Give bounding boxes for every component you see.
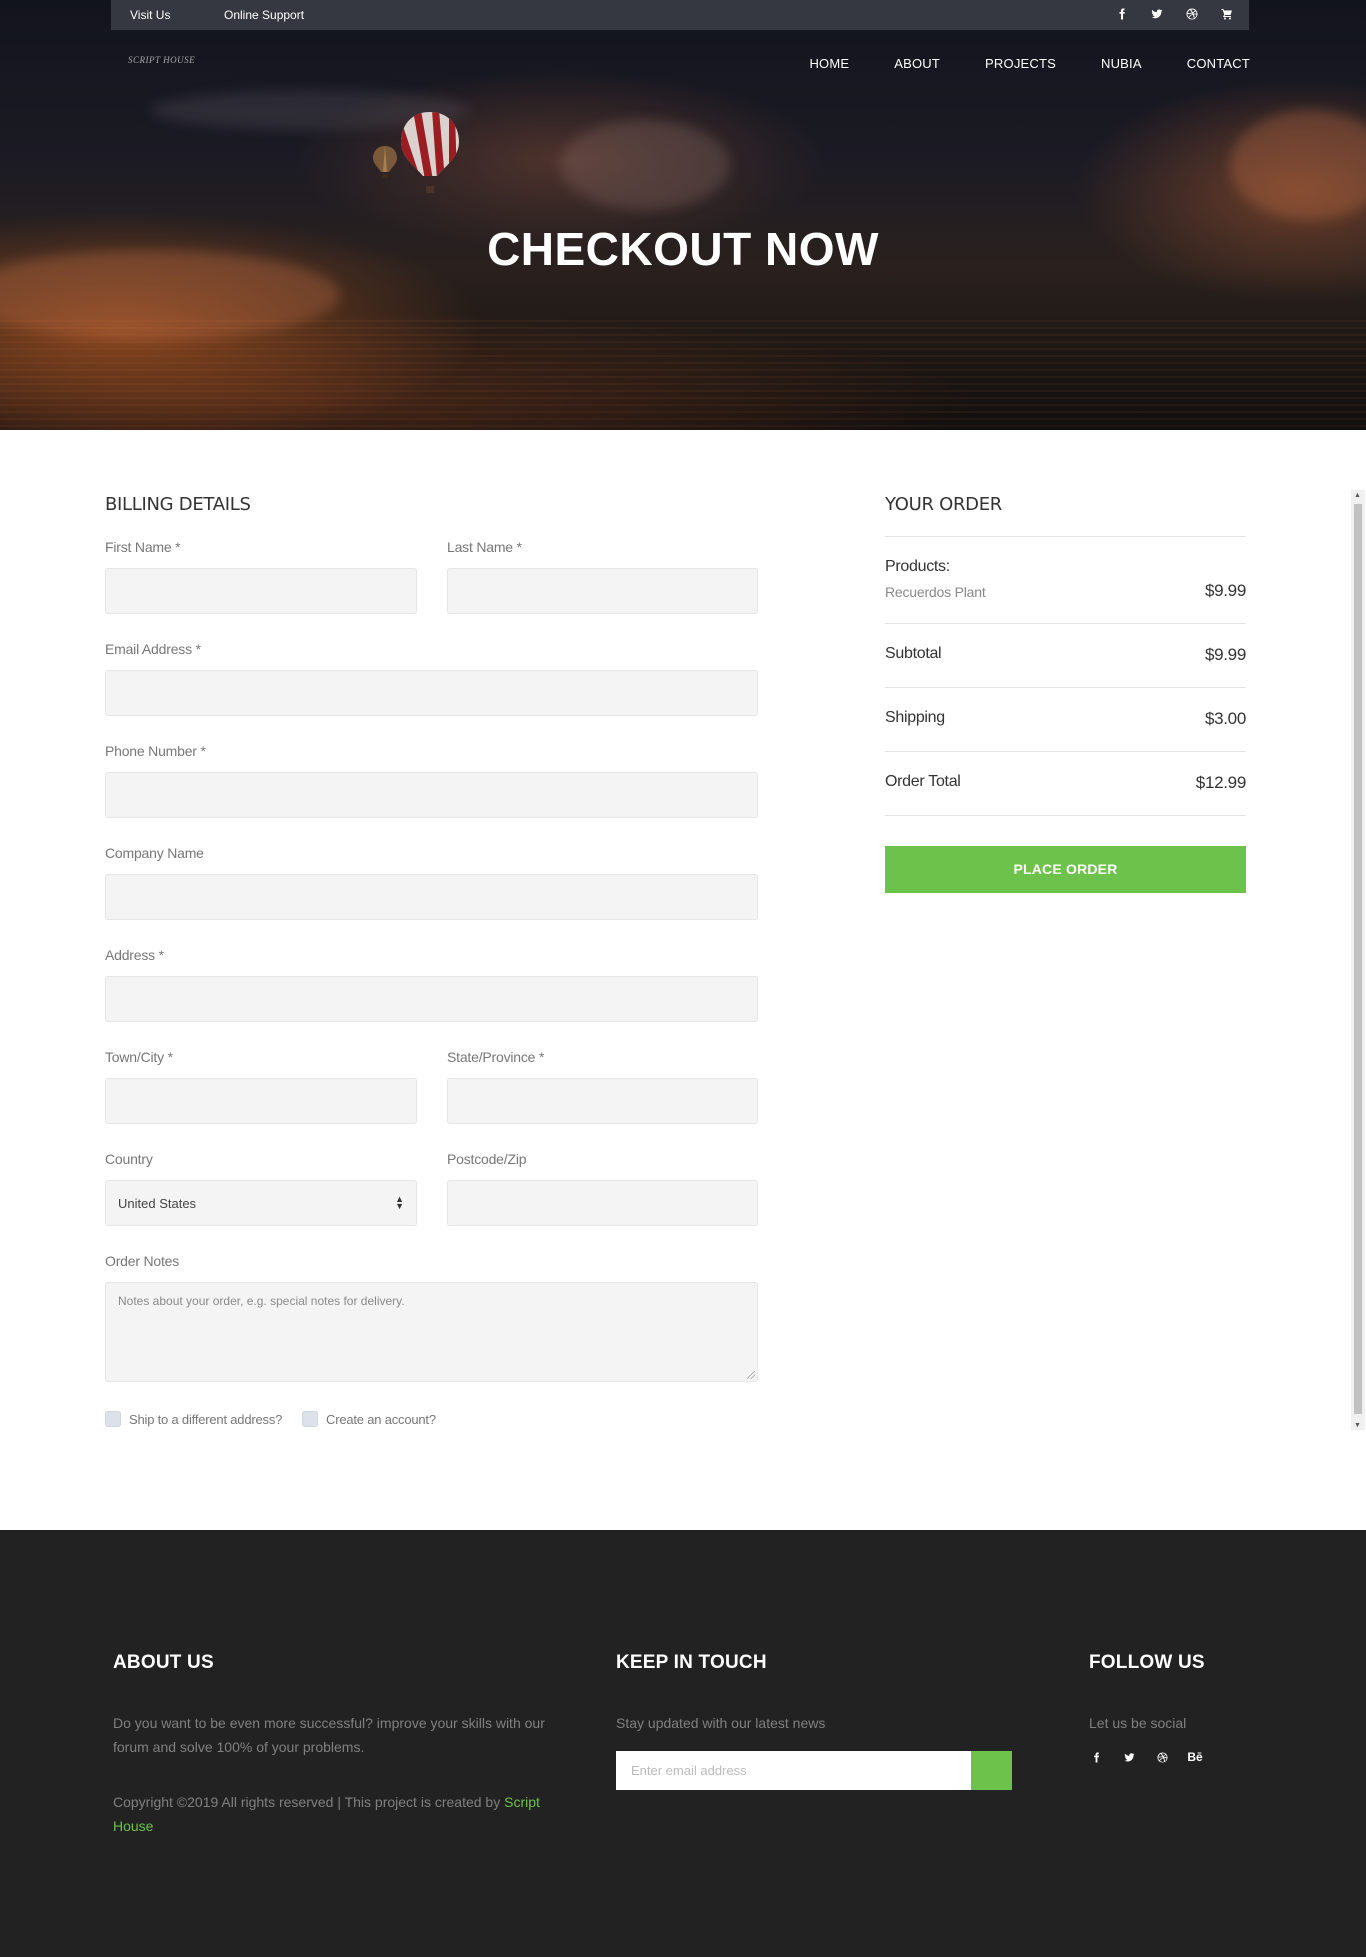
- order-divider: [885, 536, 1246, 537]
- order-total-row: Order Total $12.99: [885, 773, 1246, 793]
- subtotal-row: Subtotal $9.99: [885, 645, 1246, 665]
- top-bar: Visit Us Online Support: [111, 0, 1249, 30]
- state-field[interactable]: [447, 1078, 758, 1124]
- visit-us-link[interactable]: Visit Us: [130, 8, 170, 22]
- order-total-value: $12.99: [1195, 773, 1247, 792]
- order-divider: [885, 623, 1246, 624]
- newsletter-submit-button[interactable]: [971, 1751, 1012, 1790]
- behance-icon[interactable]: Bē: [1187, 1750, 1202, 1764]
- scrollbar[interactable]: ▲ ▼: [1351, 490, 1365, 1430]
- twitter-icon[interactable]: [1149, 6, 1165, 22]
- company-field[interactable]: [105, 874, 758, 920]
- country-label: Country: [105, 1151, 153, 1167]
- about-us-heading: ABOUT US: [113, 1652, 214, 1673]
- postcode-field[interactable]: [447, 1180, 758, 1226]
- copyright-prefix: Copyright ©2019 All rights reserved | Th…: [113, 1794, 505, 1810]
- footer-social-icons: Bē: [1089, 1750, 1203, 1764]
- keep-in-touch-heading: KEEP IN TOUCH: [616, 1652, 767, 1673]
- facebook-icon[interactable]: [1114, 6, 1130, 22]
- hero-cloud: [1230, 110, 1366, 220]
- nav-item-projects[interactable]: PROJECTS: [985, 56, 1056, 71]
- hero-cloud: [560, 120, 730, 210]
- nav-item-contact[interactable]: CONTACT: [1187, 56, 1250, 71]
- first-name-label: First Name *: [105, 539, 181, 555]
- online-support-link[interactable]: Online Support: [224, 8, 304, 22]
- address-label: Address *: [105, 947, 164, 963]
- subtotal-label: Subtotal: [885, 645, 942, 662]
- ship-different-label: Ship to a different address?: [129, 1411, 283, 1427]
- hero-banner: Visit Us Online Support SCRIPT HOUSE HOM…: [0, 0, 1366, 430]
- order-notes-label: Order Notes: [105, 1253, 180, 1269]
- cart-icon[interactable]: [1219, 6, 1235, 22]
- email-field[interactable]: [105, 670, 758, 716]
- shipping-label: Shipping: [885, 709, 945, 726]
- phone-label: Phone Number *: [105, 743, 206, 759]
- resize-handle-icon[interactable]: [747, 1371, 755, 1379]
- order-total-label: Order Total: [885, 773, 961, 790]
- state-label: State/Province *: [447, 1049, 545, 1065]
- shipping-row: Shipping $3.00: [885, 709, 1246, 729]
- select-arrows-icon: ▲ ▼: [395, 1194, 404, 1211]
- company-label: Company Name: [105, 845, 204, 861]
- last-name-field[interactable]: [447, 568, 758, 614]
- order-notes-field[interactable]: [105, 1282, 758, 1382]
- hot-air-balloon-small-image: [373, 146, 397, 178]
- order-divider: [885, 687, 1246, 688]
- keep-in-touch-text: Stay updated with our latest news: [616, 1715, 826, 1731]
- place-order-button[interactable]: PLACE ORDER: [885, 846, 1246, 893]
- order-divider: [885, 815, 1246, 816]
- town-label: Town/City *: [105, 1049, 173, 1065]
- ship-different-option[interactable]: Ship to a different address?: [105, 1411, 282, 1427]
- first-name-field[interactable]: [105, 568, 417, 614]
- nav-item-about[interactable]: ABOUT: [894, 56, 940, 71]
- create-account-label: Create an account?: [326, 1411, 436, 1427]
- subtotal-value: $9.99: [1204, 645, 1246, 664]
- main-nav: HOME ABOUT PROJECTS NUBIA CONTACT: [809, 56, 1250, 71]
- product-price: $9.99: [1204, 581, 1246, 600]
- site-logo[interactable]: SCRIPT HOUSE: [128, 55, 195, 65]
- country-select-value: United States: [118, 1195, 197, 1211]
- facebook-icon[interactable]: [1089, 1750, 1103, 1764]
- country-select[interactable]: United States ▲ ▼: [105, 1180, 417, 1226]
- products-label: Products:: [885, 558, 950, 575]
- create-account-option[interactable]: Create an account?: [302, 1411, 436, 1427]
- dribbble-icon[interactable]: [1184, 6, 1200, 22]
- dribbble-icon[interactable]: [1155, 1750, 1169, 1764]
- town-field[interactable]: [105, 1078, 417, 1124]
- product-price-row: $9.99: [885, 581, 1246, 601]
- order-products-row: Products:: [885, 558, 1246, 576]
- postcode-label: Postcode/Zip: [447, 1151, 527, 1167]
- phone-field[interactable]: [105, 772, 758, 818]
- follow-us-heading: FOLLOW US: [1089, 1652, 1205, 1673]
- your-order-heading: YOUR ORDER: [885, 494, 1002, 515]
- scroll-up-icon[interactable]: ▲: [1354, 492, 1361, 499]
- copyright-text: Copyright ©2019 All rights reserved | Th…: [113, 1790, 553, 1838]
- create-account-checkbox[interactable]: [302, 1411, 318, 1427]
- hot-air-balloon-image: [401, 112, 459, 193]
- email-label: Email Address *: [105, 641, 201, 657]
- hero-water: [0, 320, 1366, 430]
- newsletter-email-input[interactable]: [616, 1751, 971, 1790]
- address-field[interactable]: [105, 976, 758, 1022]
- order-divider: [885, 751, 1246, 752]
- page-title: CHECKOUT NOW: [487, 223, 879, 275]
- topbar-social-icons: [1114, 6, 1235, 22]
- nav-item-home[interactable]: HOME: [809, 56, 849, 71]
- about-us-text: Do you want to be even more successful? …: [113, 1715, 545, 1755]
- shipping-value: $3.00: [1204, 709, 1246, 728]
- scroll-down-icon[interactable]: ▼: [1354, 1422, 1361, 1429]
- billing-details-heading: BILLING DETAILS: [105, 494, 251, 515]
- scrollbar-thumb[interactable]: [1354, 504, 1362, 1414]
- ship-different-checkbox[interactable]: [105, 1411, 121, 1427]
- nav-item-nubia[interactable]: NUBIA: [1101, 56, 1142, 71]
- twitter-icon[interactable]: [1122, 1750, 1136, 1764]
- last-name-label: Last Name *: [447, 539, 522, 555]
- follow-us-text: Let us be social: [1089, 1715, 1187, 1731]
